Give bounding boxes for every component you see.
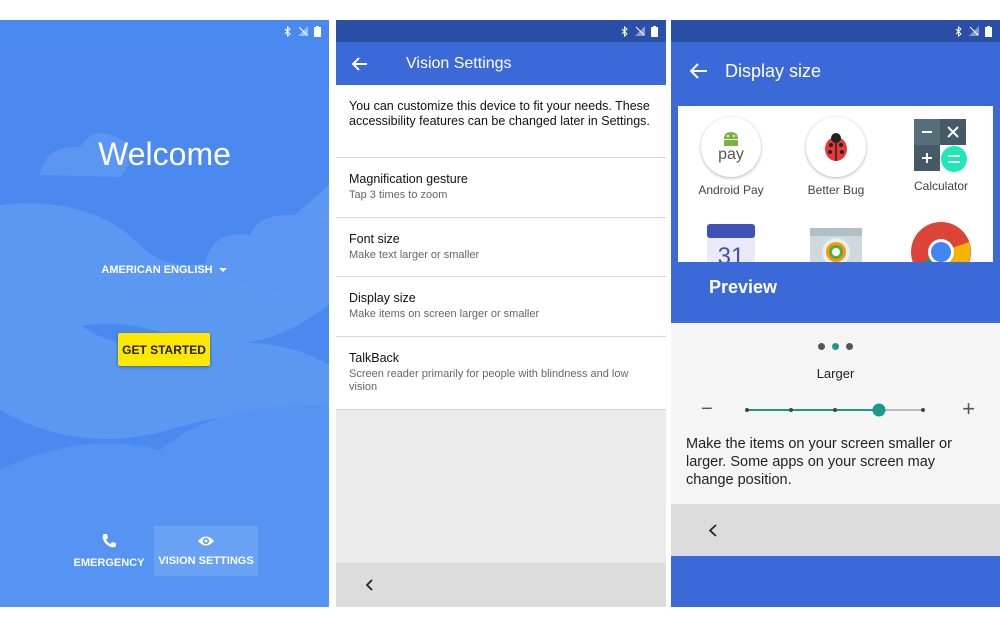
list-item-talkback[interactable]: TalkBack Screen reader primarily for peo… bbox=[336, 336, 666, 410]
status-bar bbox=[0, 20, 329, 42]
status-bar bbox=[336, 20, 666, 42]
navigation-bar bbox=[671, 504, 1000, 556]
cloud-background bbox=[0, 133, 329, 607]
page-dot-active bbox=[832, 343, 839, 350]
slider-tick bbox=[745, 408, 749, 412]
item-title: Font size bbox=[349, 231, 400, 246]
app-label: Android Pay bbox=[698, 183, 764, 197]
slider-tick bbox=[921, 408, 925, 412]
size-label: Larger bbox=[816, 366, 855, 381]
toolbar: Vision Settings bbox=[336, 42, 666, 85]
item-subtitle: Make text larger or smaller bbox=[349, 248, 480, 261]
no-signal-icon bbox=[298, 26, 308, 36]
size-slider[interactable] bbox=[743, 398, 933, 422]
list-item-font-size[interactable]: Font size Make text larger or smaller bbox=[336, 217, 666, 277]
app-camera bbox=[781, 222, 891, 262]
settings-list: You can customize this device to fit you… bbox=[336, 85, 666, 563]
back-arrow-icon bbox=[352, 56, 367, 71]
eye-icon bbox=[198, 536, 214, 546]
bluetooth-icon bbox=[955, 25, 962, 37]
vision-settings-button[interactable]: VISION SETTINGS bbox=[154, 526, 258, 576]
battery-icon bbox=[651, 25, 658, 37]
back-button[interactable] bbox=[338, 42, 382, 85]
page-title: Vision Settings bbox=[406, 54, 512, 72]
item-title: Display size bbox=[349, 291, 416, 305]
language-label: AMERICAN ENGLISH bbox=[101, 264, 213, 276]
language-selector[interactable]: AMERICAN ENGLISH bbox=[0, 264, 329, 276]
size-slider-row: − + bbox=[701, 398, 975, 422]
bluetooth-icon bbox=[621, 25, 628, 37]
back-arrow-icon bbox=[690, 63, 707, 79]
calculator-icon bbox=[914, 119, 968, 173]
app-calculator: Calculator bbox=[886, 117, 993, 193]
page-indicator bbox=[671, 343, 1000, 350]
list-item-magnification[interactable]: Magnification gesture Tap 3 times to zoo… bbox=[336, 158, 666, 218]
description-text: Make the items on your screen smaller or… bbox=[686, 436, 952, 488]
no-signal-icon bbox=[635, 26, 645, 36]
increase-button[interactable]: + bbox=[962, 398, 975, 420]
preview-label: Preview bbox=[709, 277, 778, 297]
status-bar bbox=[671, 20, 1000, 42]
welcome-screen: Welcome AMERICAN ENGLISH GET STARTED EME… bbox=[0, 20, 329, 607]
nav-back-icon[interactable] bbox=[709, 523, 718, 537]
welcome-title: Welcome bbox=[98, 136, 231, 172]
android-pay-icon: pay bbox=[701, 117, 761, 177]
nav-back-icon[interactable] bbox=[366, 579, 374, 591]
vision-settings-label: VISION SETTINGS bbox=[158, 555, 254, 567]
decrease-button[interactable]: − bbox=[701, 398, 713, 420]
list-item-display-size[interactable]: Display size Make items on screen larger… bbox=[336, 277, 666, 337]
item-subtitle: Tap 3 times to zoom bbox=[349, 189, 448, 201]
app-better-bug: Better Bug bbox=[781, 117, 891, 197]
app-bar: Display size bbox=[671, 42, 1000, 100]
camera-icon bbox=[810, 228, 862, 262]
navigation-bar bbox=[336, 563, 666, 607]
vision-settings-screen: Vision Settings You can customize this d… bbox=[336, 20, 666, 607]
item-subtitle: Make items on screen larger or smaller bbox=[349, 308, 540, 320]
dropdown-arrow-icon bbox=[218, 268, 227, 272]
item-subtitle: Screen reader primarily for people with … bbox=[349, 367, 629, 393]
footer-bar bbox=[671, 556, 1000, 607]
pay-text: pay bbox=[718, 146, 744, 163]
page-title: Display size bbox=[725, 60, 822, 81]
emergency-label: EMERGENCY bbox=[73, 557, 145, 569]
page-dot bbox=[846, 343, 853, 350]
intro-text: You can customize this device to fit you… bbox=[336, 85, 666, 158]
app-chrome bbox=[886, 222, 993, 262]
get-started-button[interactable]: GET STARTED bbox=[118, 333, 210, 366]
display-size-screen: Display size pay Android Pay Better Bug bbox=[671, 20, 1000, 607]
battery-icon bbox=[985, 25, 992, 37]
calendar-day: 31 bbox=[718, 243, 745, 262]
app-calendar: 31 bbox=[678, 222, 786, 262]
ladybug-icon bbox=[806, 117, 866, 177]
app-android-pay: pay Android Pay bbox=[678, 117, 786, 197]
back-button[interactable] bbox=[677, 50, 721, 93]
no-signal-icon bbox=[969, 26, 979, 36]
chrome-icon bbox=[911, 222, 971, 262]
slider-tick bbox=[789, 408, 793, 412]
preview-panel: pay Android Pay Better Bug Calculator 31 bbox=[671, 100, 1000, 323]
bluetooth-icon bbox=[284, 25, 291, 37]
item-title: Magnification gesture bbox=[349, 172, 468, 186]
app-label: Calculator bbox=[913, 179, 969, 193]
phone-icon bbox=[102, 534, 116, 548]
android-robot-icon bbox=[724, 132, 738, 146]
battery-icon bbox=[314, 25, 321, 37]
app-label: Better Bug bbox=[807, 183, 865, 197]
emergency-button[interactable]: EMERGENCY bbox=[70, 526, 148, 576]
page-dot bbox=[818, 343, 825, 350]
item-title: TalkBack bbox=[349, 350, 400, 365]
slider-tick bbox=[833, 408, 837, 412]
preview-app-grid: pay Android Pay Better Bug Calculator 31 bbox=[678, 106, 993, 262]
slider-thumb[interactable] bbox=[872, 403, 886, 417]
calendar-icon: 31 bbox=[707, 224, 755, 262]
